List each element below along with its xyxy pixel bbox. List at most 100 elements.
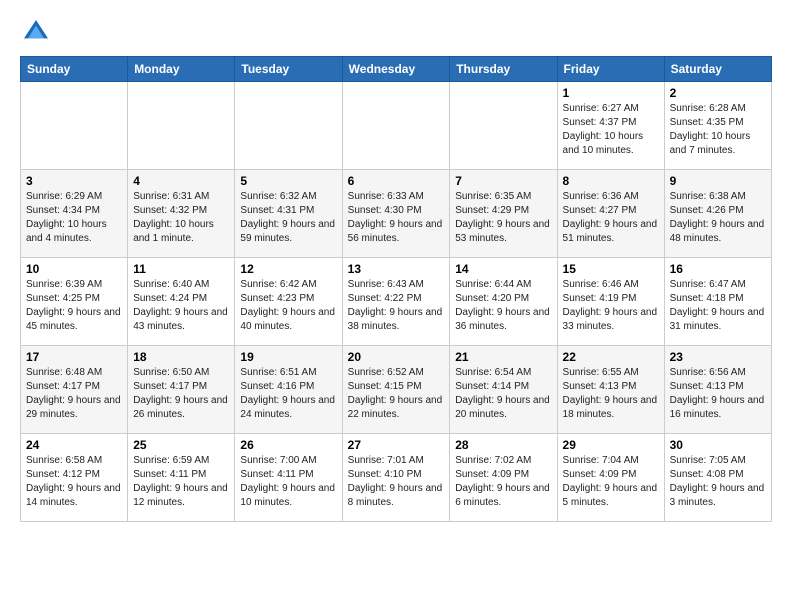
calendar-cell: 11Sunrise: 6:40 AM Sunset: 4:24 PM Dayli…: [128, 258, 235, 346]
day-info: Sunrise: 6:36 AM Sunset: 4:27 PM Dayligh…: [563, 190, 659, 246]
day-number: 20: [348, 350, 445, 364]
day-number: 11: [133, 262, 229, 276]
day-info: Sunrise: 6:55 AM Sunset: 4:13 PM Dayligh…: [563, 366, 659, 422]
calendar-cell: 21Sunrise: 6:54 AM Sunset: 4:14 PM Dayli…: [450, 346, 557, 434]
calendar-cell: 19Sunrise: 6:51 AM Sunset: 4:16 PM Dayli…: [235, 346, 342, 434]
day-info: Sunrise: 6:46 AM Sunset: 4:19 PM Dayligh…: [563, 278, 659, 334]
calendar-cell: 18 Sunrise: 6:50 AM Sunset: 4:17 PM Dayli…: [128, 346, 235, 434]
day-number: 8: [563, 174, 659, 188]
day-number: 1: [563, 86, 659, 100]
day-info: Sunrise: 6:48 AM Sunset: 4:17 PM Dayligh…: [26, 366, 122, 422]
logo: [20, 16, 56, 48]
day-number: 27: [348, 438, 445, 452]
day-number: 26: [240, 438, 336, 452]
day-number: 16: [670, 262, 766, 276]
page-container: SundayMondayTuesdayWednesdayThursdayFrid…: [0, 0, 792, 532]
calendar-cell: 23Sunrise: 6:56 AM Sunset: 4:13 PM Dayli…: [664, 346, 771, 434]
calendar-cell: 4Sunrise: 6:31 AM Sunset: 4:32 PM Daylig…: [128, 170, 235, 258]
day-number: 9: [670, 174, 766, 188]
col-header-saturday: Saturday: [664, 57, 771, 82]
calendar-week-1: 1Sunrise: 6:27 AM Sunset: 4:37 PM Daylig…: [21, 82, 772, 170]
day-number: 12: [240, 262, 336, 276]
day-info: Sunrise: 6:52 AM Sunset: 4:15 PM Dayligh…: [348, 366, 445, 422]
day-info: Sunrise: 6:47 AM Sunset: 4:18 PM Dayligh…: [670, 278, 766, 334]
day-info: Sunrise: 6:35 AM Sunset: 4:29 PM Dayligh…: [455, 190, 551, 246]
day-number: 23: [670, 350, 766, 364]
calendar-cell: 25 Sunrise: 6:59 AM Sunset: 4:11 PM Dayli…: [128, 434, 235, 522]
day-number: 30: [670, 438, 766, 452]
day-number: 10: [26, 262, 122, 276]
day-info: Sunrise: 6:58 AM Sunset: 4:12 PM Dayligh…: [26, 454, 122, 510]
day-number: 7: [455, 174, 551, 188]
calendar-cell: 17 Sunrise: 6:48 AM Sunset: 4:17 PM Dayli…: [21, 346, 128, 434]
calendar-cell: 14Sunrise: 6:44 AM Sunset: 4:20 PM Dayli…: [450, 258, 557, 346]
calendar-week-3: 10 Sunrise: 6:39 AM Sunset: 4:25 PM Dayli…: [21, 258, 772, 346]
calendar-cell: 22 Sunrise: 6:55 AM Sunset: 4:13 PM Dayli…: [557, 346, 664, 434]
calendar-cell: 20 Sunrise: 6:52 AM Sunset: 4:15 PM Dayli…: [342, 346, 450, 434]
day-number: 13: [348, 262, 445, 276]
calendar-cell: 12 Sunrise: 6:42 AM Sunset: 4:23 PM Dayli…: [235, 258, 342, 346]
day-info: Sunrise: 7:05 AM Sunset: 4:08 PM Dayligh…: [670, 454, 766, 510]
day-info: Sunrise: 7:01 AM Sunset: 4:10 PM Dayligh…: [348, 454, 445, 510]
day-info: Sunrise: 6:44 AM Sunset: 4:20 PM Dayligh…: [455, 278, 551, 334]
calendar-cell: 10 Sunrise: 6:39 AM Sunset: 4:25 PM Dayli…: [21, 258, 128, 346]
calendar-cell: 8 Sunrise: 6:36 AM Sunset: 4:27 PM Daylig…: [557, 170, 664, 258]
day-number: 25: [133, 438, 229, 452]
calendar-week-4: 17 Sunrise: 6:48 AM Sunset: 4:17 PM Dayli…: [21, 346, 772, 434]
day-number: 3: [26, 174, 122, 188]
header-row: [20, 16, 772, 48]
day-number: 4: [133, 174, 229, 188]
calendar-cell: 6 Sunrise: 6:33 AM Sunset: 4:30 PM Daylig…: [342, 170, 450, 258]
day-number: 18: [133, 350, 229, 364]
calendar-cell: [450, 82, 557, 170]
day-info: Sunrise: 6:43 AM Sunset: 4:22 PM Dayligh…: [348, 278, 445, 334]
day-number: 5: [240, 174, 336, 188]
col-header-sunday: Sunday: [21, 57, 128, 82]
day-info: Sunrise: 6:28 AM Sunset: 4:35 PM Dayligh…: [670, 102, 766, 158]
day-info: Sunrise: 6:51 AM Sunset: 4:16 PM Dayligh…: [240, 366, 336, 422]
day-info: Sunrise: 7:02 AM Sunset: 4:09 PM Dayligh…: [455, 454, 551, 510]
day-info: Sunrise: 6:33 AM Sunset: 4:30 PM Dayligh…: [348, 190, 445, 246]
day-number: 17: [26, 350, 122, 364]
col-header-monday: Monday: [128, 57, 235, 82]
calendar-cell: 9 Sunrise: 6:38 AM Sunset: 4:26 PM Daylig…: [664, 170, 771, 258]
calendar-header-row: SundayMondayTuesdayWednesdayThursdayFrid…: [21, 57, 772, 82]
day-info: Sunrise: 6:54 AM Sunset: 4:14 PM Dayligh…: [455, 366, 551, 422]
calendar-cell: [21, 82, 128, 170]
calendar-cell: 13 Sunrise: 6:43 AM Sunset: 4:22 PM Dayli…: [342, 258, 450, 346]
day-info: Sunrise: 6:29 AM Sunset: 4:34 PM Dayligh…: [26, 190, 122, 246]
calendar-cell: 26 Sunrise: 7:00 AM Sunset: 4:11 PM Dayli…: [235, 434, 342, 522]
day-number: 15: [563, 262, 659, 276]
col-header-friday: Friday: [557, 57, 664, 82]
col-header-tuesday: Tuesday: [235, 57, 342, 82]
day-info: Sunrise: 6:59 AM Sunset: 4:11 PM Dayligh…: [133, 454, 229, 510]
calendar-cell: [342, 82, 450, 170]
calendar-cell: [235, 82, 342, 170]
day-number: 2: [670, 86, 766, 100]
calendar-cell: [128, 82, 235, 170]
calendar-cell: 28 Sunrise: 7:02 AM Sunset: 4:09 PM Dayli…: [450, 434, 557, 522]
day-number: 28: [455, 438, 551, 452]
day-info: Sunrise: 6:32 AM Sunset: 4:31 PM Dayligh…: [240, 190, 336, 246]
day-info: Sunrise: 6:39 AM Sunset: 4:25 PM Dayligh…: [26, 278, 122, 334]
day-info: Sunrise: 7:04 AM Sunset: 4:09 PM Dayligh…: [563, 454, 659, 510]
day-info: Sunrise: 6:42 AM Sunset: 4:23 PM Dayligh…: [240, 278, 336, 334]
calendar-cell: 2 Sunrise: 6:28 AM Sunset: 4:35 PM Daylig…: [664, 82, 771, 170]
day-info: Sunrise: 7:00 AM Sunset: 4:11 PM Dayligh…: [240, 454, 336, 510]
day-info: Sunrise: 6:50 AM Sunset: 4:17 PM Dayligh…: [133, 366, 229, 422]
col-header-thursday: Thursday: [450, 57, 557, 82]
logo-icon: [20, 16, 52, 48]
day-number: 22: [563, 350, 659, 364]
day-info: Sunrise: 6:38 AM Sunset: 4:26 PM Dayligh…: [670, 190, 766, 246]
calendar-cell: 3 Sunrise: 6:29 AM Sunset: 4:34 PM Daylig…: [21, 170, 128, 258]
calendar-table: SundayMondayTuesdayWednesdayThursdayFrid…: [20, 56, 772, 522]
day-number: 24: [26, 438, 122, 452]
col-header-wednesday: Wednesday: [342, 57, 450, 82]
calendar-cell: 16 Sunrise: 6:47 AM Sunset: 4:18 PM Dayli…: [664, 258, 771, 346]
calendar-cell: 15 Sunrise: 6:46 AM Sunset: 4:19 PM Dayli…: [557, 258, 664, 346]
day-number: 6: [348, 174, 445, 188]
day-number: 29: [563, 438, 659, 452]
calendar-cell: 29 Sunrise: 7:04 AM Sunset: 4:09 PM Dayli…: [557, 434, 664, 522]
calendar-cell: 5 Sunrise: 6:32 AM Sunset: 4:31 PM Daylig…: [235, 170, 342, 258]
calendar-cell: 1Sunrise: 6:27 AM Sunset: 4:37 PM Daylig…: [557, 82, 664, 170]
